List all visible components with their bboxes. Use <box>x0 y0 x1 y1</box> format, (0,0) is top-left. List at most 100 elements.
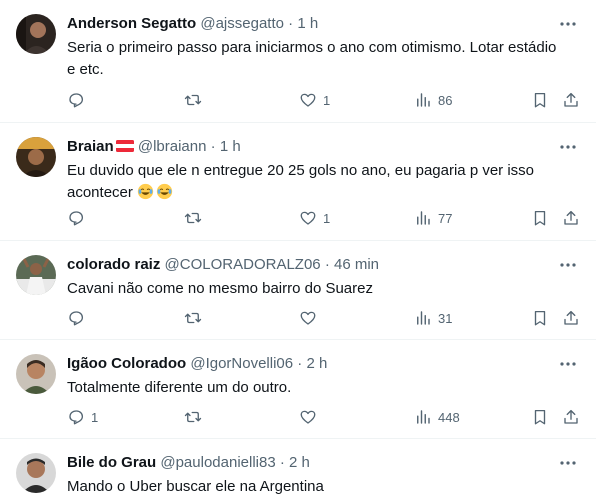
bookmark-icon <box>534 92 546 108</box>
reply-icon <box>69 93 84 108</box>
more-icon[interactable] <box>558 137 578 157</box>
retweet-button[interactable] <box>184 89 208 111</box>
bookmark-icon <box>534 310 546 326</box>
action-bar: 1 448 <box>0 406 596 428</box>
bookmark-icon <box>534 409 546 425</box>
reply-button[interactable] <box>67 89 91 111</box>
timestamp[interactable]: 46 min <box>334 256 379 273</box>
tweet[interactable]: Igãoo Coloradoo @IgorNovelli06 · 2 h Tot… <box>0 340 596 438</box>
views-button[interactable]: 448 <box>414 406 460 428</box>
views-icon <box>417 311 430 325</box>
avatar[interactable] <box>16 14 56 54</box>
timestamp[interactable]: 2 h <box>306 355 327 372</box>
reply-icon <box>69 211 84 226</box>
share-icon <box>564 409 578 424</box>
austria-flag-icon <box>115 140 134 152</box>
bookmark-button[interactable] <box>531 207 549 229</box>
tweet[interactable]: colorado raiz @COLORADORALZ06 · 46 min C… <box>0 241 596 339</box>
display-name[interactable]: colorado raiz <box>67 256 160 273</box>
handle[interactable]: @IgorNovelli06 <box>190 355 293 372</box>
bookmark-button[interactable] <box>531 307 549 329</box>
tweet-header: Igãoo Coloradoo @IgorNovelli06 · 2 h <box>67 354 327 374</box>
handle[interactable]: @paulodanielli83 <box>160 454 275 471</box>
like-button[interactable] <box>299 307 323 329</box>
action-bar: 31 <box>0 307 596 329</box>
joy-emoji-icon <box>156 183 173 200</box>
view-count: 86 <box>438 92 453 108</box>
timestamp[interactable]: 2 h <box>289 454 310 471</box>
separator: · <box>210 138 216 155</box>
share-icon <box>564 210 578 225</box>
share-button[interactable] <box>562 307 580 329</box>
tweet-text: Mando o Uber buscar ele na Argentina <box>67 478 324 495</box>
retweet-icon <box>184 312 202 324</box>
reply-button[interactable] <box>67 307 91 329</box>
separator: · <box>288 15 294 32</box>
timestamp[interactable]: 1 h <box>220 138 241 155</box>
tweet[interactable]: Braian @lbraiann · 1 h Eu duvido que ele… <box>0 123 596 240</box>
share-icon <box>564 92 578 107</box>
timestamp[interactable]: 1 h <box>297 15 318 32</box>
heart-icon <box>300 211 316 225</box>
tweet-header: colorado raiz @COLORADORALZ06 · 46 min <box>67 255 379 275</box>
more-icon[interactable] <box>558 453 578 473</box>
like-button[interactable] <box>299 406 323 428</box>
display-name[interactable]: Bile do Grau <box>67 454 156 471</box>
retweet-button[interactable] <box>184 307 208 329</box>
tweet-text: Totalmente diferente um do outro. <box>67 379 292 396</box>
retweet-icon <box>184 411 202 423</box>
share-button[interactable] <box>562 406 580 428</box>
tweet[interactable]: Anderson Segatto @ajssegatto · 1 h Seria… <box>0 0 596 122</box>
reply-button[interactable]: 1 <box>67 406 98 428</box>
separator: · <box>297 355 303 372</box>
tweet[interactable]: Bile do Grau @paulodanielli83 · 2 h Mand… <box>0 439 596 503</box>
tweet-text: Seria o primeiro passo para iniciarmos o… <box>67 39 557 78</box>
avatar[interactable] <box>16 137 56 177</box>
tweet-header: Braian @lbraiann · 1 h <box>67 137 241 157</box>
heart-icon <box>300 93 316 107</box>
bookmark-button[interactable] <box>531 406 549 428</box>
handle[interactable]: @ajssegatto <box>200 15 284 32</box>
handle[interactable]: @lbraiann <box>138 138 207 155</box>
retweet-button[interactable] <box>184 207 208 229</box>
views-button[interactable]: 86 <box>414 89 452 111</box>
reply-button[interactable] <box>67 207 91 229</box>
share-button[interactable] <box>562 207 580 229</box>
views-button[interactable]: 31 <box>414 307 452 329</box>
bookmark-button[interactable] <box>531 89 549 111</box>
more-icon[interactable] <box>558 354 578 374</box>
bookmark-icon <box>534 210 546 226</box>
like-count: 1 <box>323 210 331 226</box>
reply-icon <box>69 311 84 326</box>
retweet-button[interactable] <box>184 406 208 428</box>
like-button[interactable]: 1 <box>299 207 330 229</box>
avatar[interactable] <box>16 255 56 295</box>
heart-icon <box>300 410 316 424</box>
tweet-text-block: Eu duvido que ele n entregue 20 25 gols … <box>67 160 567 204</box>
display-name[interactable]: Anderson Segatto <box>67 15 196 32</box>
views-button[interactable]: 77 <box>414 207 452 229</box>
avatar[interactable] <box>16 453 56 493</box>
share-icon <box>564 310 578 325</box>
display-name[interactable]: Igãoo Coloradoo <box>67 355 186 372</box>
action-bar: 1 77 <box>0 207 596 229</box>
more-icon[interactable] <box>558 255 578 275</box>
reply-count: 1 <box>91 409 99 425</box>
like-button[interactable]: 1 <box>299 89 330 111</box>
views-icon <box>417 93 430 107</box>
joy-emoji-icon <box>137 183 154 200</box>
reply-icon <box>69 410 84 425</box>
view-count: 31 <box>438 310 453 326</box>
heart-icon <box>300 311 316 325</box>
tweet-header: Bile do Grau @paulodanielli83 · 2 h <box>67 453 310 473</box>
retweet-icon <box>184 212 202 224</box>
handle[interactable]: @COLORADORALZ06 <box>165 256 321 273</box>
like-count: 1 <box>323 92 331 108</box>
action-bar: 1 86 <box>0 89 596 111</box>
avatar[interactable] <box>16 354 56 394</box>
view-count: 77 <box>438 210 453 226</box>
display-name[interactable]: Braian <box>67 138 114 155</box>
separator: · <box>279 454 285 471</box>
share-button[interactable] <box>562 89 580 111</box>
more-icon[interactable] <box>558 14 578 34</box>
